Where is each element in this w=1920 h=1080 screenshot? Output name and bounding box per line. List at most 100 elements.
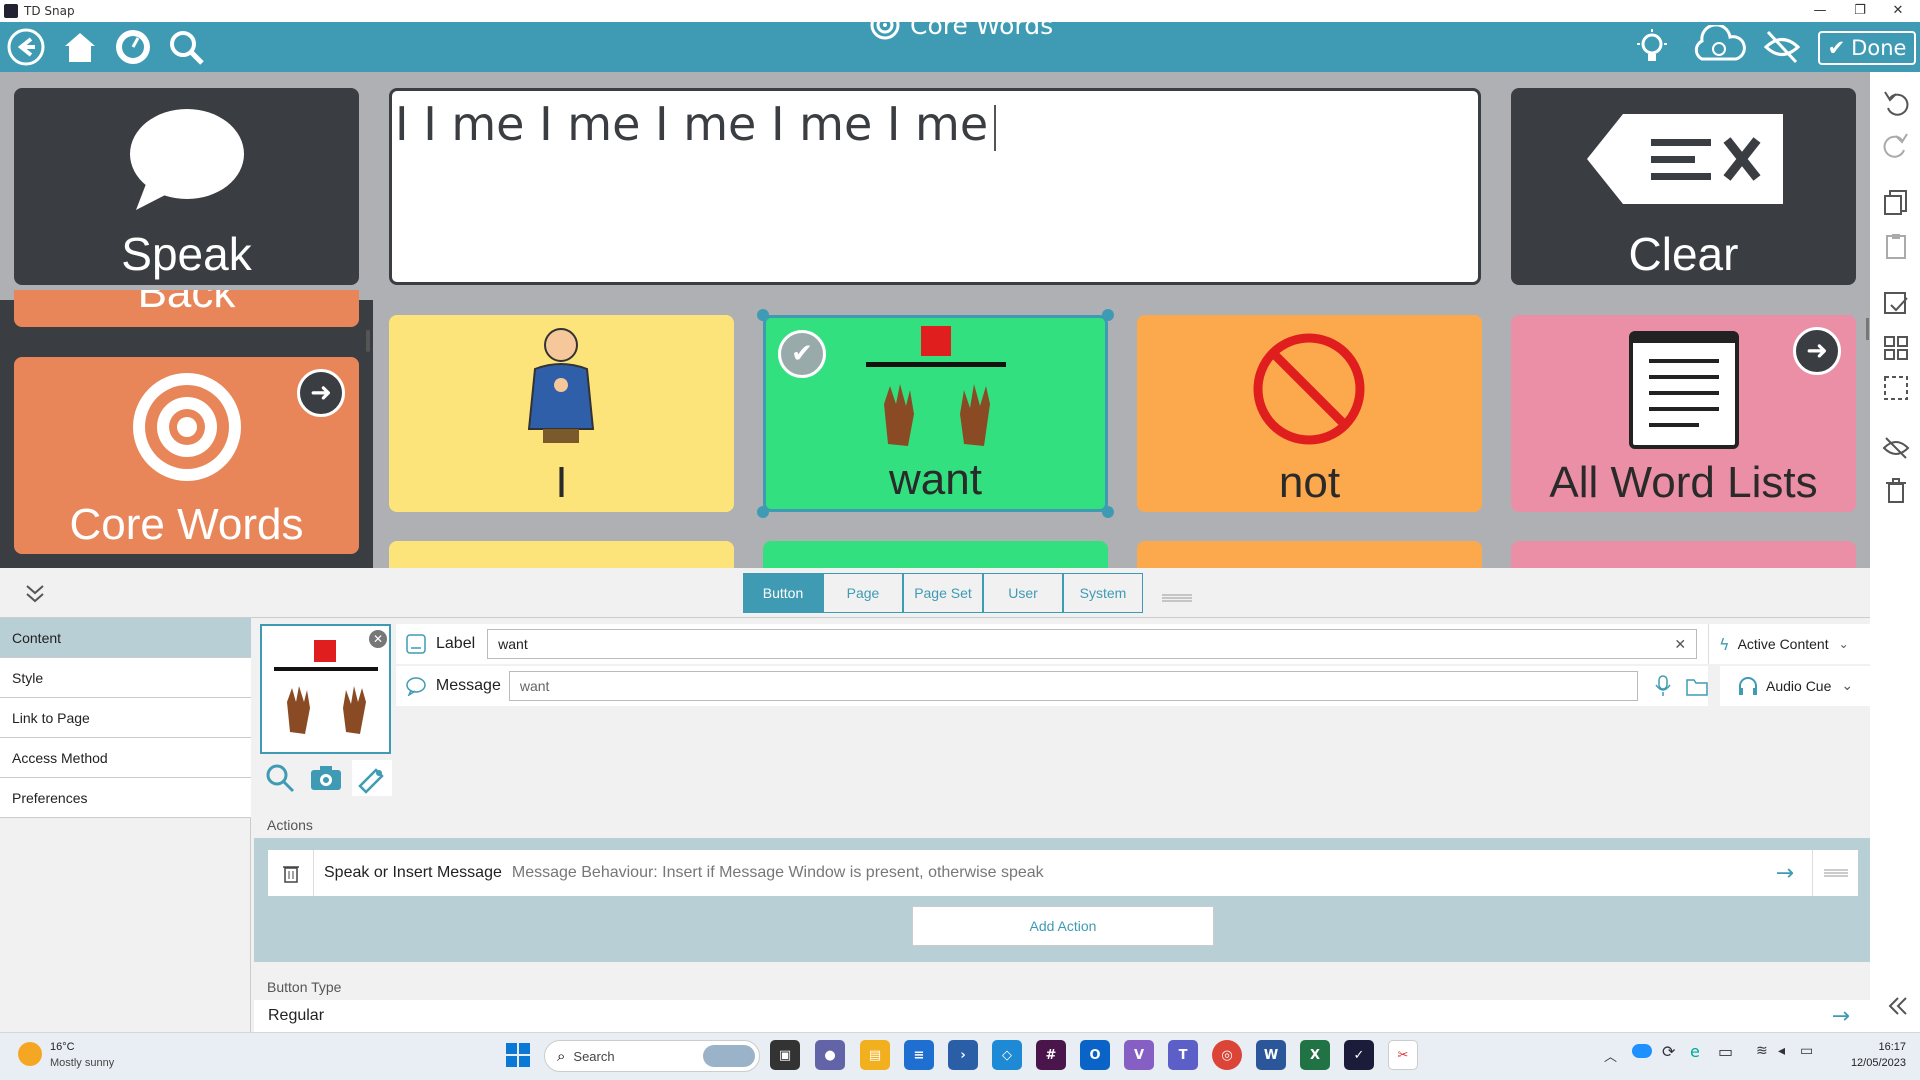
teams-icon[interactable]: T xyxy=(1168,1040,1198,1070)
multi-select-icon[interactable] xyxy=(1880,332,1912,364)
visual-studio-icon[interactable]: V xyxy=(1124,1040,1154,1070)
scroll-indicator[interactable] xyxy=(366,330,370,352)
nav-style[interactable]: Style xyxy=(0,658,251,698)
outlook-icon[interactable]: O xyxy=(1080,1040,1110,1070)
add-action-button[interactable]: Add Action xyxy=(912,906,1214,946)
clock-date[interactable]: 12/05/2023 xyxy=(1840,1057,1906,1069)
microphone-icon[interactable] xyxy=(1654,675,1672,697)
nav-content[interactable]: Content xyxy=(0,618,251,658)
sync-icon[interactable]: ⟳ xyxy=(1662,1042,1675,1061)
resize-handle[interactable] xyxy=(1102,506,1114,518)
close-button[interactable]: ✕ xyxy=(1878,0,1918,22)
teams-chat-icon[interactable]: ● xyxy=(815,1040,845,1070)
cell-partial[interactable] xyxy=(389,541,734,568)
back-icon[interactable] xyxy=(6,27,46,67)
deselect-icon[interactable] xyxy=(1880,372,1912,404)
task-view-icon[interactable]: ▣ xyxy=(770,1040,800,1070)
restore-button[interactable]: ❐ xyxy=(1840,0,1880,22)
core-words-button[interactable]: ➜ Core Words xyxy=(14,357,359,554)
action-row[interactable]: Speak or Insert Message Message Behaviou… xyxy=(268,850,1858,896)
drag-handle-icon[interactable] xyxy=(1812,850,1858,896)
edit-image-icon[interactable] xyxy=(352,760,392,796)
cloud-sync-icon[interactable] xyxy=(1690,25,1748,65)
td-snap-icon[interactable]: ✓ xyxy=(1344,1040,1374,1070)
message-window[interactable]: I I me I me I me I me I me xyxy=(389,88,1481,285)
camera-icon[interactable] xyxy=(308,762,344,794)
tab-system[interactable]: System xyxy=(1063,573,1143,613)
drag-handle-icon[interactable] xyxy=(1162,588,1192,602)
label-input[interactable]: want ✕ xyxy=(487,629,1698,659)
audio-cue-dropdown[interactable]: Audio Cue ⌄ xyxy=(1720,666,1870,706)
clock-time[interactable]: 16:17 xyxy=(1840,1041,1906,1053)
speak-button[interactable]: Speak xyxy=(14,88,359,285)
chrome-icon[interactable]: ◎ xyxy=(1212,1040,1242,1070)
volume-icon[interactable]: ◂ xyxy=(1778,1043,1785,1059)
visibility-icon[interactable] xyxy=(1880,432,1912,464)
cell-i[interactable]: I xyxy=(389,315,734,512)
weather-sun-icon[interactable] xyxy=(18,1042,42,1066)
tab-page[interactable]: Page xyxy=(823,573,903,613)
chevron-up-icon[interactable]: ︿ xyxy=(1604,1046,1617,1065)
arrow-right-icon[interactable]: → xyxy=(1776,861,1794,886)
remove-image-icon[interactable]: ✕ xyxy=(369,630,387,648)
wifi-icon[interactable]: ≋ xyxy=(1756,1043,1768,1059)
minimize-button[interactable]: — xyxy=(1800,0,1840,22)
collapse-panel-icon[interactable] xyxy=(22,580,48,606)
cell-want[interactable]: ✔ want xyxy=(763,315,1108,512)
resize-handle[interactable] xyxy=(1102,309,1114,321)
resize-handle[interactable] xyxy=(757,506,769,518)
done-label: Done xyxy=(1851,36,1907,60)
taskbar-search[interactable]: ⌕ Search xyxy=(544,1040,760,1072)
clear-button[interactable]: Clear xyxy=(1511,88,1856,285)
undo-icon[interactable] xyxy=(1880,86,1912,118)
clear-field-icon[interactable]: ✕ xyxy=(1674,636,1686,653)
slack-icon[interactable]: # xyxy=(1036,1040,1066,1070)
tray-app-icon[interactable]: ▭ xyxy=(1718,1042,1733,1061)
delete-icon[interactable] xyxy=(1880,474,1912,506)
image-search-icon[interactable] xyxy=(264,762,296,794)
active-content-dropdown[interactable]: ϟ Active Content ⌄ xyxy=(1708,624,1870,664)
folder-icon[interactable] xyxy=(1686,676,1708,696)
battery-icon[interactable]: ▭ xyxy=(1800,1043,1813,1059)
cell-partial[interactable] xyxy=(763,541,1108,568)
button-image-thumbnail[interactable]: ✕ xyxy=(260,624,391,754)
select-page-icon[interactable] xyxy=(1880,288,1912,320)
redo-icon[interactable] xyxy=(1880,128,1912,160)
snipping-tool-icon[interactable]: ✂ xyxy=(1388,1040,1418,1070)
tab-user[interactable]: User xyxy=(983,573,1063,613)
delete-action-icon[interactable] xyxy=(268,850,314,896)
powershell-icon[interactable]: › xyxy=(948,1040,978,1070)
back-button-partial[interactable]: Back xyxy=(14,290,359,327)
tab-page-set[interactable]: Page Set xyxy=(903,573,983,613)
done-button[interactable]: ✔ Done xyxy=(1818,31,1916,65)
search-icon[interactable] xyxy=(166,27,206,67)
edge-icon[interactable]: e xyxy=(1690,1042,1700,1061)
file-explorer-icon[interactable]: ▤ xyxy=(860,1040,890,1070)
scroll-indicator[interactable] xyxy=(1866,318,1869,340)
word-icon[interactable]: W xyxy=(1256,1040,1286,1070)
onedrive-icon[interactable] xyxy=(1632,1044,1652,1058)
notepad-icon[interactable]: ≡ xyxy=(904,1040,934,1070)
excel-icon[interactable]: X xyxy=(1300,1040,1330,1070)
cell-partial[interactable] xyxy=(1137,541,1482,568)
message-input[interactable]: want xyxy=(508,671,1639,701)
copy-icon[interactable] xyxy=(1880,186,1912,218)
nav-preferences[interactable]: Preferences xyxy=(0,778,251,818)
cell-not[interactable]: not xyxy=(1137,315,1482,512)
cell-all-word-lists[interactable]: ➜ All Word Lists xyxy=(1511,315,1856,512)
lightbulb-icon[interactable] xyxy=(1632,27,1672,67)
paste-icon[interactable] xyxy=(1880,230,1912,262)
collapse-left-icon[interactable] xyxy=(1880,990,1912,1022)
tab-button[interactable]: Button xyxy=(743,573,823,613)
cell-partial[interactable] xyxy=(1511,541,1856,568)
label-value: want xyxy=(498,636,528,652)
home-icon[interactable] xyxy=(60,27,100,67)
dashboard-icon[interactable] xyxy=(113,27,153,67)
resize-handle[interactable] xyxy=(757,309,769,321)
button-type-selector[interactable]: Regular → xyxy=(254,1000,1870,1032)
nav-access-method[interactable]: Access Method xyxy=(0,738,251,778)
vscode-icon[interactable]: ◇ xyxy=(992,1040,1022,1070)
nav-link-to-page[interactable]: Link to Page xyxy=(0,698,251,738)
hide-icon[interactable] xyxy=(1762,27,1802,67)
windows-start-icon[interactable] xyxy=(506,1043,530,1067)
